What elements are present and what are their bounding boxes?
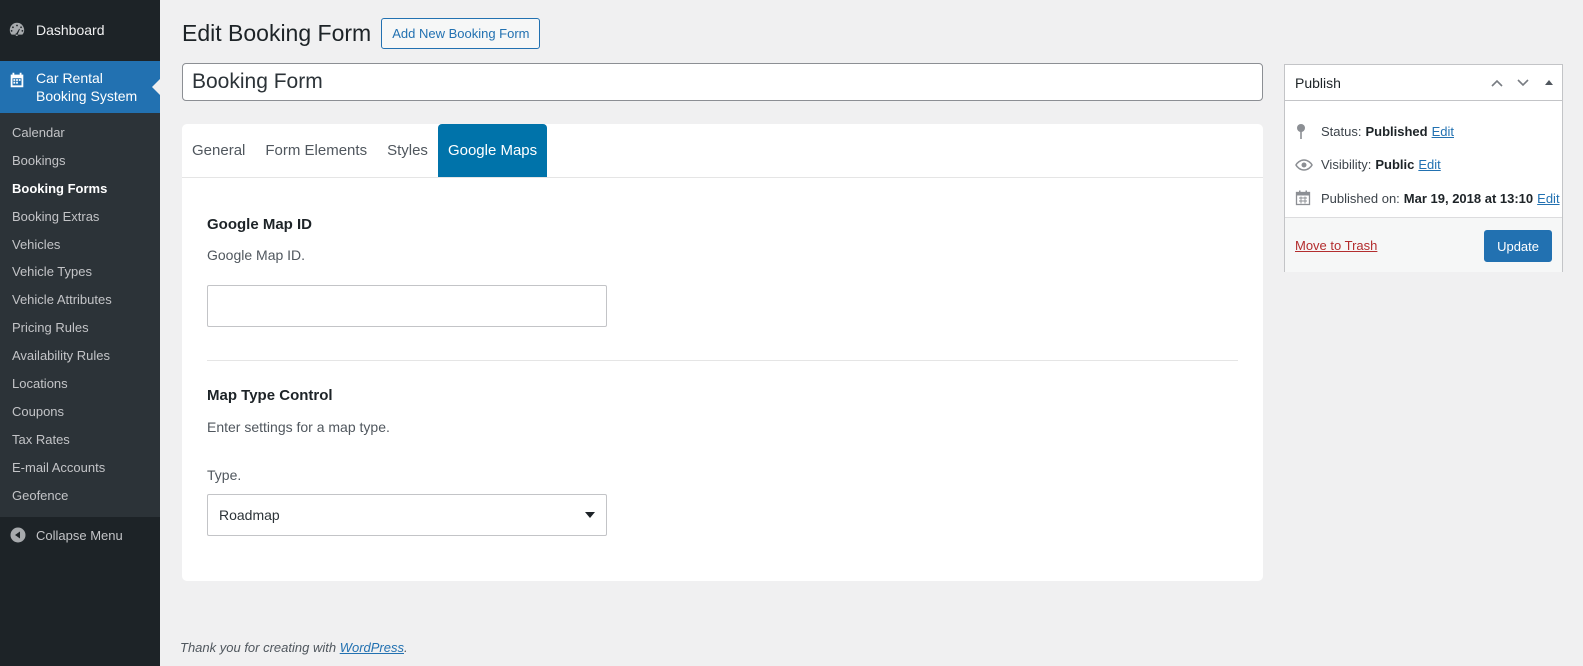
footer-period: .: [404, 640, 408, 655]
submenu-item-geofence[interactable]: Geofence: [0, 482, 160, 510]
submenu-item-vehicle-attributes[interactable]: Vehicle Attributes: [0, 286, 160, 314]
google-map-id-description: Google Map ID.: [207, 247, 306, 263]
move-down-icon[interactable]: [1510, 65, 1536, 101]
submenu-item-vehicles[interactable]: Vehicles: [0, 231, 160, 259]
visibility-label: Visibility:: [1321, 157, 1372, 172]
map-type-selected-value: Roadmap: [219, 507, 280, 523]
map-type-control-description: Enter settings for a map type.: [207, 419, 390, 435]
publish-box-header: Publish: [1285, 65, 1562, 101]
publish-actions: Move to Trash Update: [1285, 217, 1562, 272]
page-title: Edit Booking Form: [182, 20, 372, 46]
menu-label-dashboard: Dashboard: [36, 22, 105, 38]
publish-status-row: Status: Published Edit: [1295, 123, 1454, 139]
tab-google-maps[interactable]: Google Maps: [437, 124, 548, 177]
submenu-item-pricing-rules[interactable]: Pricing Rules: [0, 314, 160, 342]
dropdown-caret-icon: [585, 512, 595, 518]
calendar-small-icon: [1295, 190, 1321, 206]
status-value: Published: [1365, 123, 1428, 139]
submenu-item-locations[interactable]: Locations: [0, 370, 160, 398]
collapse-menu-label: Collapse Menu: [36, 527, 123, 543]
move-up-icon[interactable]: [1484, 65, 1510, 101]
tab-styles[interactable]: Styles: [377, 124, 438, 177]
pin-icon: [1295, 123, 1321, 139]
submenu-item-tax-rates[interactable]: Tax Rates: [0, 426, 160, 454]
booking-form-settings-panel: General Form Elements Styles Google Maps…: [182, 124, 1263, 581]
submenu-item-coupons[interactable]: Coupons: [0, 398, 160, 426]
dashboard-icon: [8, 21, 36, 39]
map-type-select[interactable]: Roadmap: [207, 494, 607, 536]
page-header: Edit Booking Form Add New Booking Form: [182, 18, 541, 49]
collapse-menu-button[interactable]: Collapse Menu: [0, 518, 160, 552]
eye-icon: [1295, 158, 1321, 171]
section-divider: [207, 360, 1238, 361]
publish-visibility-row: Visibility: Public Edit: [1295, 157, 1441, 172]
footer-text: Thank you for creating with: [180, 640, 337, 655]
visibility-value: Public: [1375, 157, 1415, 172]
tab-general[interactable]: General: [182, 124, 255, 177]
menu-label-line1: Car Rental: [36, 70, 103, 86]
submenu: Calendar Bookings Booking Forms Booking …: [0, 113, 160, 518]
submenu-item-calendar[interactable]: Calendar: [0, 119, 160, 147]
admin-sidebar: Dashboard Car Rental Booking System Cale…: [0, 0, 160, 666]
update-button[interactable]: Update: [1484, 230, 1552, 262]
map-type-label: Type.: [207, 467, 242, 483]
settings-tabs: General Form Elements Styles Google Maps: [182, 124, 1263, 178]
publish-date-row: Published on: Mar 19, 2018 at 13:10 Edit: [1295, 190, 1560, 206]
edit-date-link[interactable]: Edit: [1537, 191, 1559, 206]
google-map-id-input[interactable]: [207, 285, 607, 327]
edit-status-link[interactable]: Edit: [1432, 124, 1454, 139]
map-type-control-title: Map Type Control: [207, 387, 333, 404]
published-on-value: Mar 19, 2018 at 13:10: [1403, 190, 1534, 206]
menu-label-car-rental: Car Rental Booking System: [36, 69, 137, 105]
edit-visibility-link[interactable]: Edit: [1418, 157, 1440, 172]
post-title-input[interactable]: [182, 63, 1263, 101]
submenu-item-booking-extras[interactable]: Booking Extras: [0, 203, 160, 231]
tab-form-elements[interactable]: Form Elements: [255, 124, 377, 177]
status-label: Status:: [1321, 123, 1362, 139]
collapse-arrow-icon: [10, 527, 36, 543]
published-on-label: Published on:: [1321, 190, 1400, 206]
menu-item-dashboard[interactable]: Dashboard: [0, 0, 160, 60]
publish-box-controls: [1484, 65, 1562, 101]
submenu-item-vehicle-types[interactable]: Vehicle Types: [0, 258, 160, 286]
publish-box: Publish Status: Published Edit Visibilit…: [1284, 64, 1563, 272]
google-map-id-title: Google Map ID: [207, 216, 312, 233]
submenu-item-booking-forms[interactable]: Booking Forms: [0, 175, 160, 203]
menu-item-car-rental[interactable]: Car Rental Booking System: [0, 61, 160, 113]
move-to-trash-link[interactable]: Move to Trash: [1295, 238, 1377, 253]
admin-footer: Thank you for creating with WordPress.: [180, 640, 408, 655]
publish-title: Publish: [1295, 74, 1341, 91]
submenu-item-bookings[interactable]: Bookings: [0, 147, 160, 175]
calendar-icon: [8, 69, 36, 92]
add-new-booking-form-button[interactable]: Add New Booking Form: [381, 18, 541, 49]
wordpress-link[interactable]: WordPress: [340, 640, 404, 655]
submenu-item-email-accounts[interactable]: E-mail Accounts: [0, 454, 160, 482]
submenu-item-availability-rules[interactable]: Availability Rules: [0, 342, 160, 370]
menu-label-line2: Booking System: [36, 88, 138, 104]
toggle-panel-icon[interactable]: [1536, 65, 1562, 101]
